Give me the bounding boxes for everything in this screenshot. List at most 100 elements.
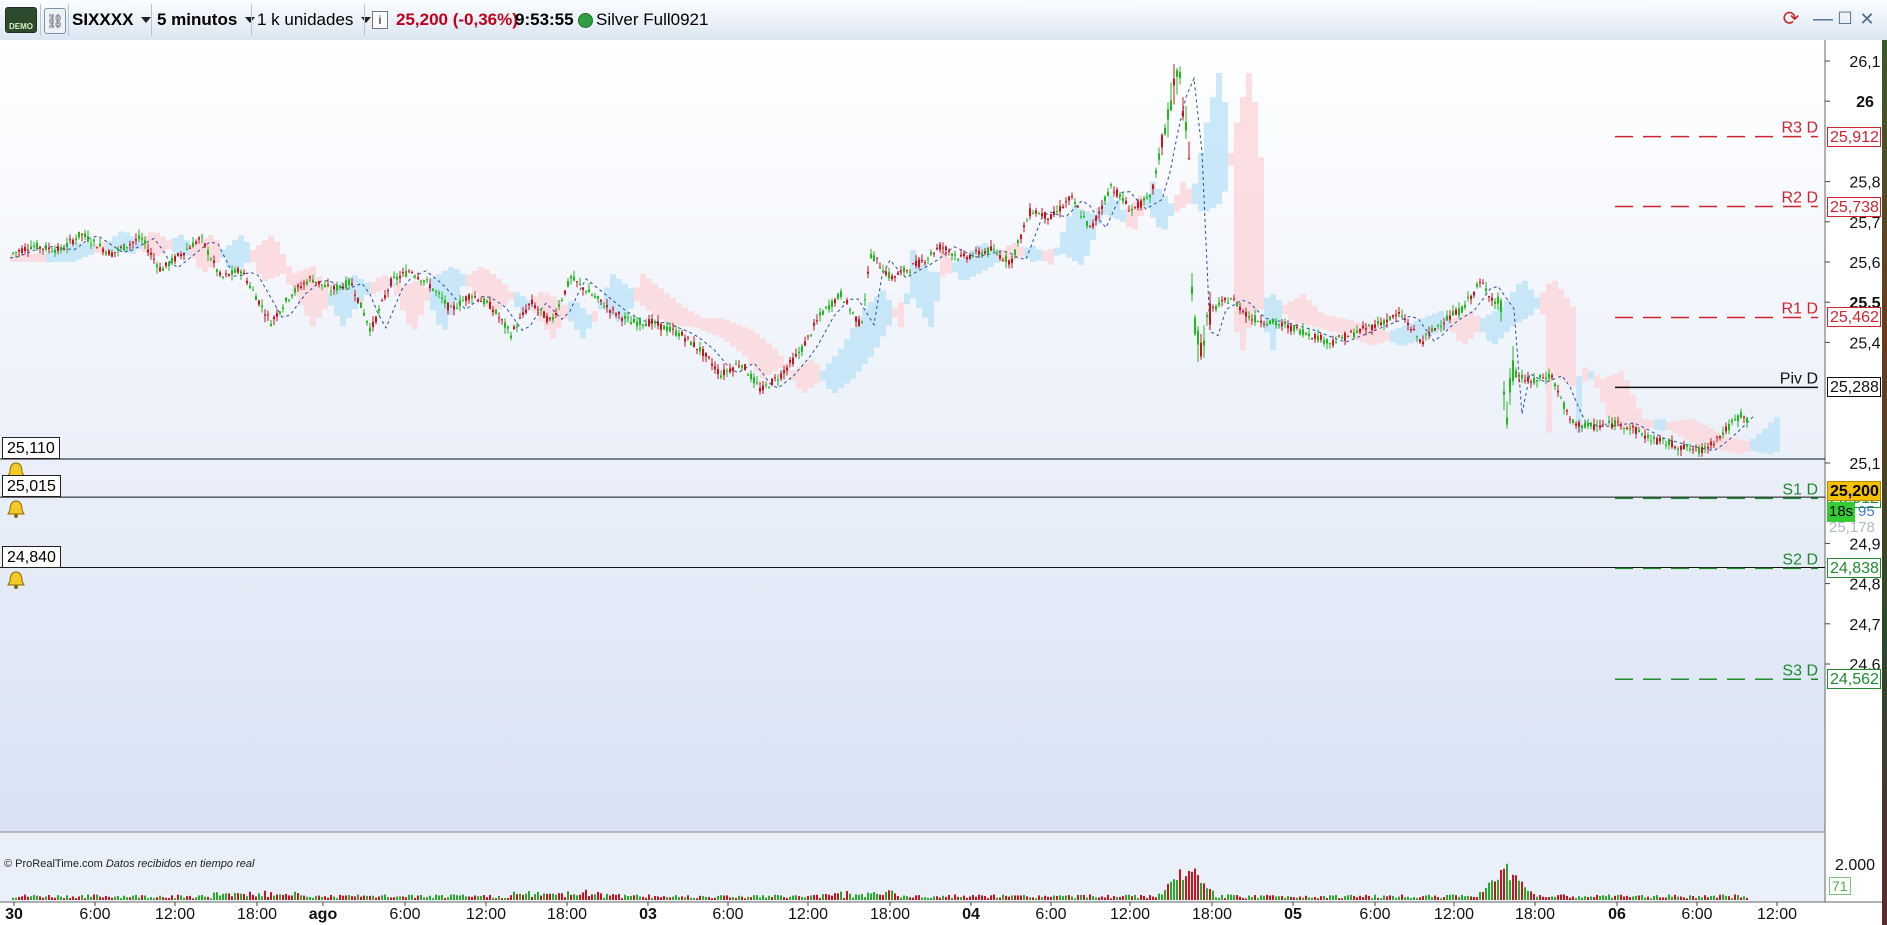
instrument-selector[interactable]: SIXXXX: [72, 4, 152, 36]
cloud-segment: [166, 240, 172, 250]
candle-body: [1599, 425, 1601, 428]
volume-bar: [45, 896, 47, 900]
volume-bar: [1182, 879, 1184, 900]
bell-icon[interactable]: [5, 499, 27, 519]
toolbar-separator: [68, 4, 69, 36]
volume-bar: [1719, 894, 1721, 900]
chart-panel[interactable]: R3 D R2 D R1 D Piv D S1 D S2 D S3 D 26,1 26 25,8…: [0, 40, 1887, 925]
volume-bar: [228, 893, 230, 900]
maximize-button[interactable]: ☐: [1834, 8, 1856, 30]
candle-body: [1218, 302, 1220, 306]
volume-bar: [543, 893, 545, 900]
candle-body: [549, 317, 551, 320]
candle-body: [99, 243, 101, 247]
candle-body: [924, 262, 926, 264]
cloud-segment: [1228, 152, 1234, 166]
volume-bar: [1716, 897, 1718, 900]
volume-bar: [255, 896, 257, 900]
candle-body: [108, 250, 110, 256]
volume-bar: [1317, 898, 1319, 900]
candle-body: [84, 233, 86, 237]
candle-body: [1170, 100, 1172, 111]
volume-bar: [1533, 894, 1535, 900]
candle-body: [654, 321, 656, 324]
candle-body: [1227, 302, 1229, 304]
volume-bar: [1485, 887, 1487, 900]
candle-body: [24, 246, 26, 252]
volume-bar: [1017, 895, 1019, 900]
candle-body: [756, 382, 758, 384]
bell-icon[interactable]: [5, 570, 27, 590]
candle-body: [90, 243, 92, 245]
volume-bar: [1548, 897, 1550, 900]
candle-body: [594, 296, 596, 298]
refresh-icon[interactable]: ⟳: [1780, 8, 1802, 30]
volume-bar: [1284, 897, 1286, 900]
candle-body: [966, 257, 968, 260]
cloud-segment: [268, 235, 274, 279]
candle-body: [762, 385, 764, 391]
minimize-button[interactable]: —: [1812, 8, 1834, 30]
volume-bar: [129, 897, 131, 900]
candle-body: [1404, 318, 1406, 320]
info-button[interactable]: i: [372, 4, 388, 36]
volume-bar: [1707, 897, 1709, 900]
alert-price-label[interactable]: 25,110: [2, 436, 60, 459]
volume-bar: [873, 892, 875, 900]
candle-body: [1677, 448, 1679, 450]
volume-bar: [588, 896, 590, 900]
cloud-segment: [676, 303, 682, 327]
volume-bar: [927, 897, 929, 900]
volume-bar: [153, 898, 155, 900]
volume-bar: [300, 895, 302, 900]
volume-bar: [174, 898, 176, 900]
candle-body: [1104, 196, 1106, 202]
candle-body: [231, 270, 233, 275]
pivot-value-s3: 24,562: [1827, 669, 1881, 690]
volume-bar: [1353, 895, 1355, 900]
volume-bar: [987, 898, 989, 900]
pivot-value-r1: 25,462: [1827, 307, 1881, 328]
candle-body: [627, 317, 629, 319]
volume-bar: [462, 894, 464, 900]
cloud-segment: [1618, 371, 1624, 429]
candle-body: [543, 311, 545, 318]
candle-body: [1635, 427, 1637, 434]
volume-bar: [1020, 895, 1022, 900]
cloud-segment: [472, 270, 478, 293]
volume-bar: [1545, 897, 1547, 900]
timeframe-selector[interactable]: 5 minutos: [157, 4, 256, 36]
candle-body: [588, 289, 590, 293]
candle-body: [1674, 446, 1676, 449]
volume-bar: [402, 896, 404, 900]
candle-body: [1224, 298, 1226, 301]
data-credit: © ProRealTime.com Datos recibidos en tie…: [4, 858, 254, 870]
cloud-segment: [724, 319, 730, 342]
close-button[interactable]: ✕: [1856, 8, 1878, 30]
volume-bar: [1569, 897, 1571, 900]
candle-body: [597, 296, 599, 299]
volume-bar: [231, 896, 233, 900]
alert-price-label[interactable]: 25,015: [2, 475, 61, 498]
candle-body: [1734, 419, 1736, 421]
pivot-name-s2: S2 D: [1782, 551, 1818, 568]
candle-body: [927, 258, 929, 260]
chain-link-icon[interactable]: ⛓: [44, 8, 66, 34]
candle-body: [105, 251, 107, 255]
alert-price-label[interactable]: 24,840: [2, 545, 61, 568]
cloud-segment: [1378, 329, 1384, 344]
cloud-segment: [880, 290, 886, 337]
cloud-segment: [646, 278, 652, 312]
price-chart[interactable]: R3 D R2 D R1 D Piv D S1 D S2 D S3 D 26,1 26 25,8…: [0, 40, 1887, 925]
units-selector[interactable]: 1 k unidades: [257, 4, 372, 36]
volume-bar: [117, 896, 119, 900]
candle-body: [486, 300, 488, 303]
candle-body: [1068, 196, 1070, 201]
candle-body: [159, 267, 161, 272]
candle-body: [1683, 444, 1685, 450]
volume-bar: [843, 898, 845, 900]
volume-bar: [822, 894, 824, 900]
cloud-segment: [454, 269, 460, 301]
volume-bar: [744, 898, 746, 900]
candle-body: [894, 276, 896, 278]
